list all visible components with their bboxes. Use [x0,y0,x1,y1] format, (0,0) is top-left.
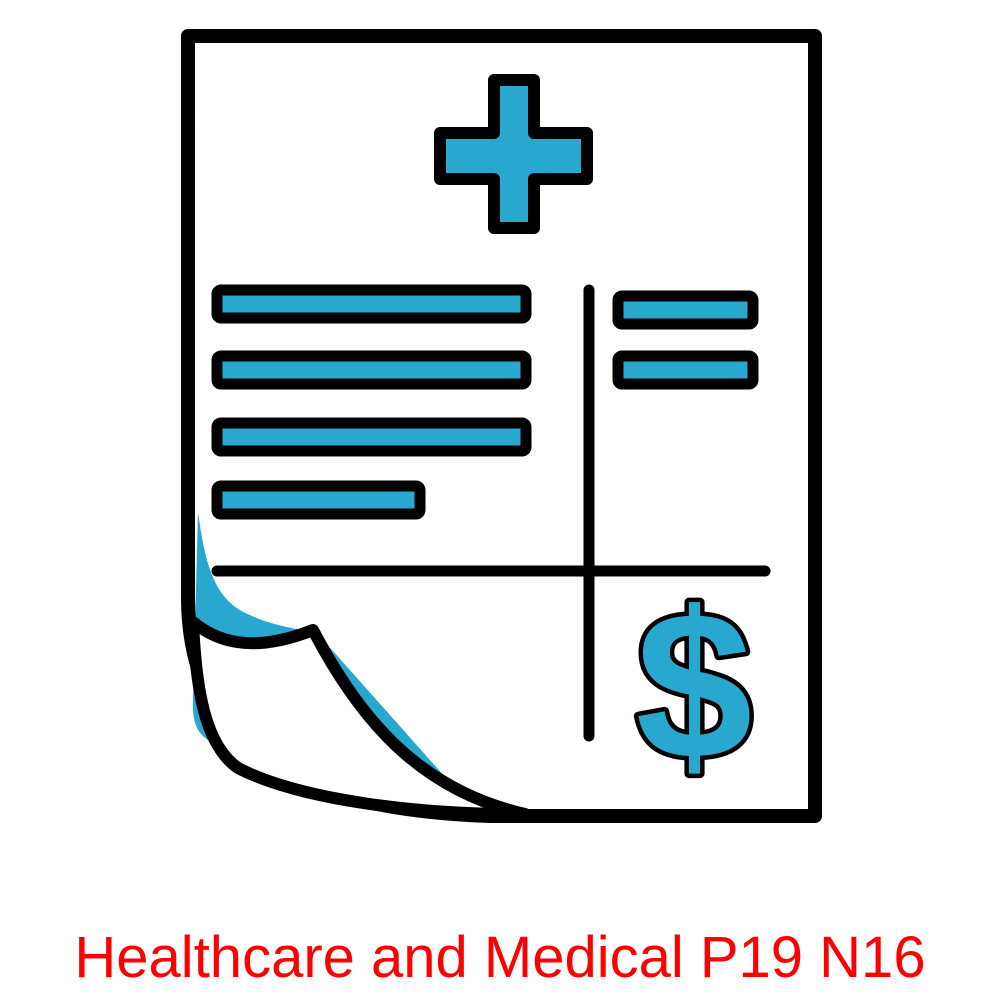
text-line-right-2 [612,350,759,390]
text-line-1 [211,284,532,324]
dollar-sign-icon: $ [636,568,753,803]
page-curl [187,616,531,821]
icon-canvas: $ Healthcare and Medical P19 N16 [0,0,1000,1000]
text-line-4 [211,480,426,520]
text-line-3 [211,417,532,457]
caption-text: Healthcare and Medical P19 N16 [74,925,926,990]
medical-bill-icon: $ [181,29,822,823]
text-line-2 [211,350,532,390]
text-line-right-1 [612,290,759,330]
medical-cross-icon [434,74,593,234]
